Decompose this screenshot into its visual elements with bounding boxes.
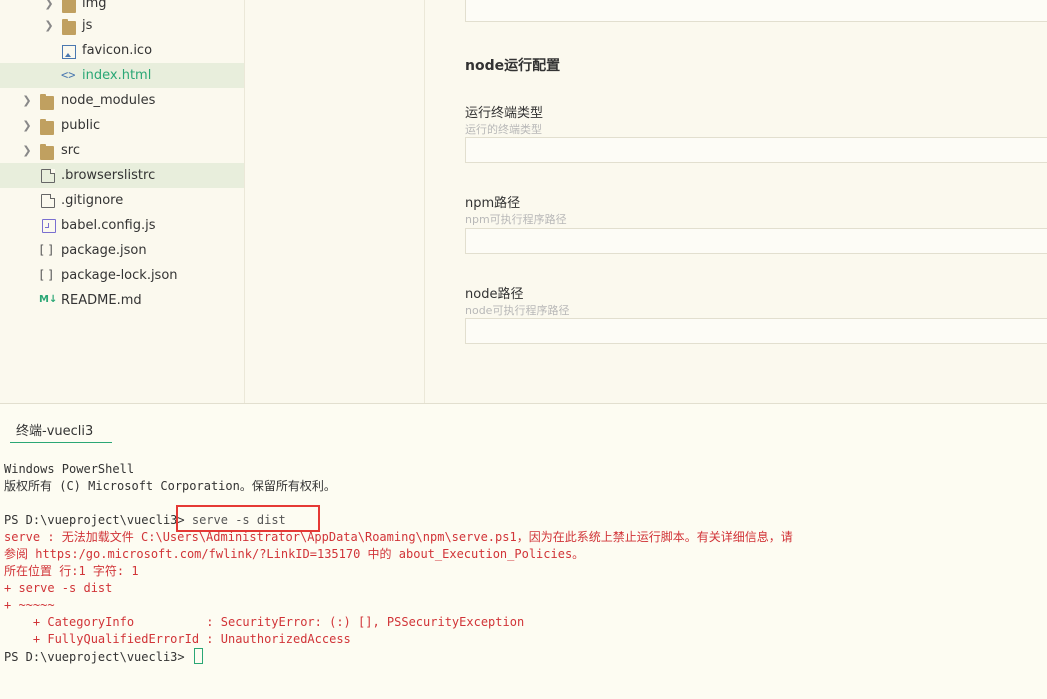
field-label-terminal-type: 运行终端类型 <box>465 106 544 121</box>
tree-item-favicon[interactable]: favicon.ico <box>0 38 244 63</box>
terminal-tab[interactable]: 终端-vuecli3 <box>10 423 112 443</box>
terminal-prompt: PS D:\vueproject\vuecli3> <box>4 513 192 527</box>
code-file-icon: <> <box>61 68 76 82</box>
chevron-right-icon[interactable]: ❯ <box>22 113 32 138</box>
js-file-icon <box>42 219 56 233</box>
folder-icon <box>40 144 54 160</box>
tree-item-js[interactable]: ❯ js <box>0 13 244 38</box>
field-hint-node-path: node可执行程序路径 <box>465 304 570 317</box>
json-file-icon: [] <box>38 243 57 257</box>
terminal-error-line: + ~~~~~ <box>4 598 55 612</box>
terminal-line: 版权所有 (C) Microsoft Corporation。保留所有权利。 <box>4 479 336 493</box>
field-label-node-path: node路径 <box>465 287 524 302</box>
file-icon <box>41 169 55 183</box>
folder-icon <box>62 19 76 35</box>
folder-icon <box>62 0 76 13</box>
editor-area: ❯ img ❯ js favicon.ico <> index.html ❯ n… <box>0 0 1047 403</box>
chevron-right-icon[interactable]: ❯ <box>44 13 54 38</box>
tree-item-package-json[interactable]: [] package.json <box>0 238 244 263</box>
config-panel: node运行配置 运行终端类型 运行的终端类型 npm路径 npm可执行程序路径… <box>425 0 1047 403</box>
tree-item-package-lock-json[interactable]: [] package-lock.json <box>0 263 244 288</box>
tree-item-readme[interactable]: M↓ README.md <box>0 288 244 313</box>
json-file-icon: [] <box>38 268 57 282</box>
npm-path-input[interactable] <box>465 228 1047 254</box>
tree-item-public[interactable]: ❯ public <box>0 113 244 138</box>
markdown-file-icon: M↓ <box>39 294 58 305</box>
terminal-prompt: PS D:\vueproject\vuecli3> <box>4 650 192 664</box>
tree-item-babel-config[interactable]: babel.config.js <box>0 213 244 238</box>
previous-field-input[interactable] <box>465 0 1047 22</box>
tree-item-node-modules[interactable]: ❯ node_modules <box>0 88 244 113</box>
tree-item-index-html[interactable]: <> index.html <box>0 63 244 88</box>
field-hint-terminal-type: 运行的终端类型 <box>465 123 542 136</box>
chevron-right-icon[interactable]: ❯ <box>22 88 32 113</box>
section-title: node运行配置 <box>465 58 561 74</box>
terminal-panel[interactable]: 终端-vuecli3 Windows PowerShell 版权所有 (C) M… <box>0 403 1047 699</box>
tree-item-src[interactable]: ❯ src <box>0 138 244 163</box>
terminal-error-line: + serve -s dist <box>4 581 113 595</box>
tree-item-browserslistrc[interactable]: .browserslistrc <box>0 163 244 188</box>
highlight-box <box>176 505 320 532</box>
terminal-error-line: + CategoryInfo : SecurityError: (:) [], … <box>4 615 525 629</box>
node-path-input[interactable] <box>465 318 1047 344</box>
chevron-right-icon[interactable]: ❯ <box>22 138 32 163</box>
terminal-error-line: + FullyQualifiedErrorId : UnauthorizedAc… <box>4 632 351 646</box>
file-icon <box>41 194 55 208</box>
field-hint-npm-path: npm可执行程序路径 <box>465 213 567 226</box>
folder-icon <box>40 94 54 110</box>
image-file-icon <box>62 45 76 59</box>
terminal-error-line: 所在位置 行:1 字符: 1 <box>4 564 139 578</box>
terminal-cursor[interactable] <box>193 648 203 664</box>
tree-item-gitignore[interactable]: .gitignore <box>0 188 244 213</box>
terminal-error-line: serve : 无法加载文件 C:\Users\Administrator\Ap… <box>4 530 793 544</box>
terminal-type-input[interactable] <box>465 137 1047 163</box>
terminal-prompt-line[interactable]: PS D:\vueproject\vuecli3> <box>4 648 203 666</box>
file-explorer: ❯ img ❯ js favicon.ico <> index.html ❯ n… <box>0 0 245 403</box>
terminal-line: Windows PowerShell <box>4 462 135 476</box>
blank-panel <box>245 0 425 403</box>
field-label-npm-path: npm路径 <box>465 196 521 211</box>
terminal-error-line: 参阅 https:/go.microsoft.com/fwlink/?LinkI… <box>4 547 585 561</box>
folder-icon <box>40 119 54 135</box>
